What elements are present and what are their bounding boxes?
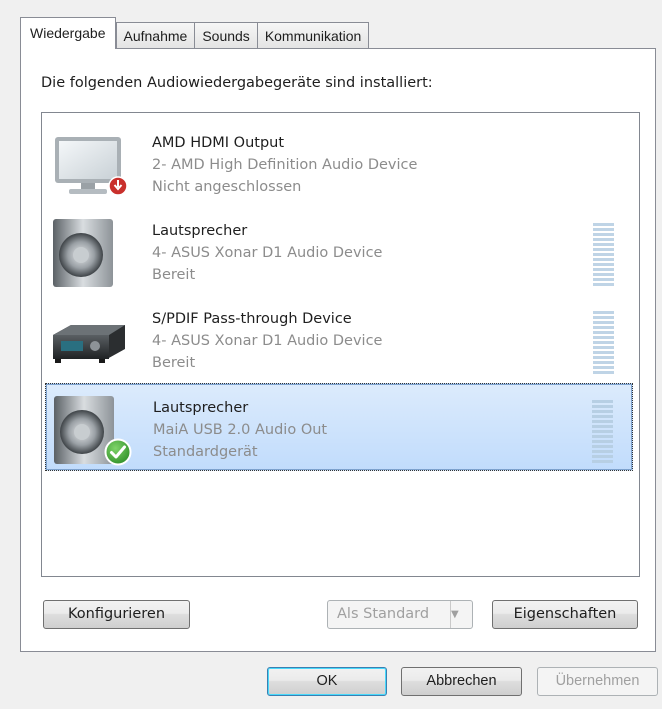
configure-button[interactable]: Konfigurieren — [43, 600, 190, 629]
speaker-icon — [49, 217, 127, 289]
device-item-lautsprecher-asus[interactable]: Lautsprecher 4- ASUS Xonar D1 Audio Devi… — [45, 207, 633, 295]
tab-kommunikation[interactable]: Kommunikation — [256, 22, 370, 49]
tab-panel: Die folgenden Audiowiedergabegeräte sind… — [20, 48, 656, 652]
device-description: 4- ASUS Xonar D1 Audio Device — [152, 333, 383, 349]
device-text: Lautsprecher MaiA USB 2.0 Audio Out Stan… — [153, 397, 327, 463]
set-default-label: Als Standard — [337, 606, 430, 622]
device-item-spdif[interactable]: S/PDIF Pass-through Device 4- ASUS Xonar… — [45, 295, 633, 383]
tab-wiedergabe[interactable]: Wiedergabe — [20, 17, 116, 49]
tab-strip: Wiedergabe Aufnahme Sounds Kommunikation — [20, 17, 370, 49]
device-status: Bereit — [152, 355, 196, 371]
device-status: Standardgerät — [153, 444, 258, 460]
device-description: 4- ASUS Xonar D1 Audio Device — [152, 245, 383, 261]
disconnected-badge-icon — [108, 176, 128, 196]
tab-aufnahme[interactable]: Aufnahme — [115, 22, 196, 49]
device-name: Lautsprecher — [153, 400, 249, 416]
device-text: AMD HDMI Output 2- AMD High Definition A… — [152, 132, 417, 198]
device-text: S/PDIF Pass-through Device 4- ASUS Xonar… — [152, 308, 382, 374]
apply-button: Übernehmen — [537, 667, 658, 696]
device-item-amd-hdmi[interactable]: AMD HDMI Output 2- AMD High Definition A… — [45, 119, 633, 207]
instruction-text: Die folgenden Audiowiedergabegeräte sind… — [41, 75, 433, 91]
set-default-split-button: Als Standard ▼ — [327, 600, 473, 629]
ok-button[interactable]: OK — [267, 667, 387, 696]
device-status: Bereit — [152, 267, 196, 283]
device-name: AMD HDMI Output — [152, 135, 285, 151]
receiver-icon — [49, 305, 127, 377]
device-name: S/PDIF Pass-through Device — [152, 311, 352, 327]
default-checkmark-icon — [104, 438, 132, 466]
device-list[interactable]: AMD HDMI Output 2- AMD High Definition A… — [41, 112, 640, 577]
device-description: 2- AMD High Definition Audio Device — [152, 157, 418, 173]
cancel-button[interactable]: Abbrechen — [401, 667, 522, 696]
volume-meter — [593, 223, 614, 287]
properties-button[interactable]: Eigenschaften — [492, 600, 638, 629]
volume-meter — [592, 400, 613, 464]
device-name: Lautsprecher — [152, 223, 248, 239]
device-status: Nicht angeschlossen — [152, 179, 302, 195]
device-item-lautsprecher-maia[interactable]: Lautsprecher MaiA USB 2.0 Audio Out Stan… — [45, 383, 633, 471]
volume-meter — [593, 311, 614, 375]
device-text: Lautsprecher 4- ASUS Xonar D1 Audio Devi… — [152, 220, 382, 286]
tab-sounds[interactable]: Sounds — [194, 22, 258, 49]
chevron-down-icon: ▼ — [450, 601, 472, 628]
device-description: MaiA USB 2.0 Audio Out — [153, 422, 328, 438]
